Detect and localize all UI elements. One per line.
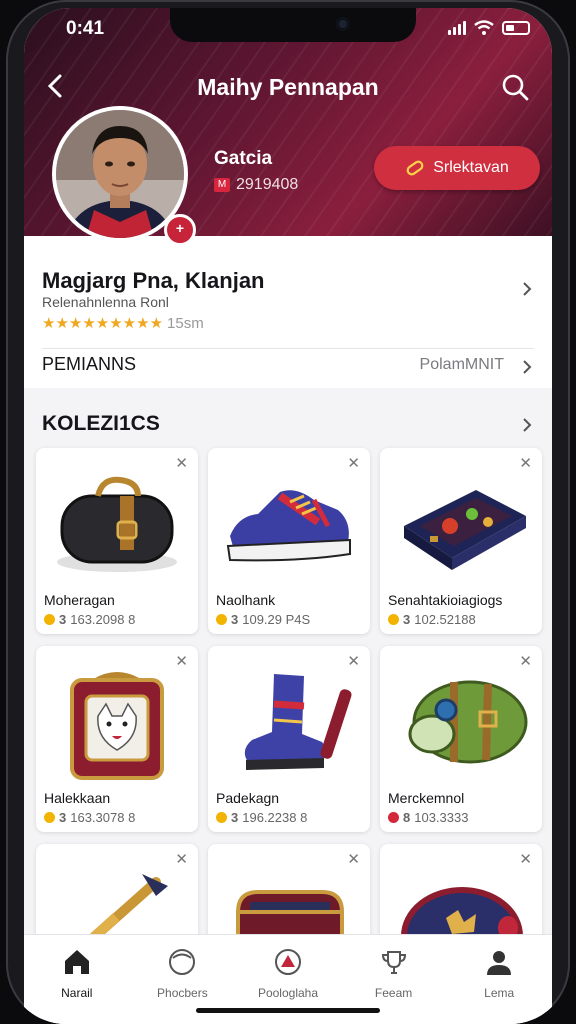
backpack-icon bbox=[408, 680, 528, 764]
chevron-right-icon[interactable] bbox=[520, 418, 534, 432]
status-time: 0:41 bbox=[66, 18, 105, 39]
item-price-row: 8 103.3333 bbox=[388, 810, 468, 825]
item-price: 103.3333 bbox=[414, 810, 469, 825]
avatar-badge-icon: + bbox=[164, 214, 196, 246]
nav-label: Phocbers bbox=[157, 986, 208, 1000]
nav-label: Poologlaha bbox=[257, 986, 319, 1000]
item-name: Halekkaan bbox=[44, 790, 111, 806]
premium-label: PEMIANNS bbox=[42, 354, 137, 374]
coin-icon bbox=[388, 614, 399, 625]
item-price-row: 3 163.3078 8 bbox=[44, 810, 135, 825]
case-icon bbox=[404, 490, 526, 570]
phone-frame: 0:41 Maihy Pennapan + Gatcia M 2919408 Sr… bbox=[6, 0, 570, 1024]
chevron-right-icon[interactable] bbox=[520, 282, 534, 296]
user-name: Gatcia bbox=[214, 148, 273, 169]
home-icon bbox=[64, 950, 89, 974]
collection-item[interactable]: ✕ Padekagn 3 196.2238 8 bbox=[208, 646, 370, 832]
coin-icon bbox=[388, 812, 399, 823]
user-id: 2919408 bbox=[236, 176, 299, 193]
premium-value[interactable]: PolamMNIT bbox=[420, 356, 504, 374]
user-icon bbox=[487, 951, 512, 975]
item-coins: 8 bbox=[403, 810, 411, 825]
bag-icon bbox=[57, 476, 177, 572]
item-price: 163.2098 8 bbox=[70, 612, 136, 627]
badge-icon bbox=[274, 949, 301, 975]
collection-item[interactable]: ✕ Naolhank 3 109.29 P4S bbox=[208, 448, 370, 634]
item-price: 102.52188 bbox=[414, 612, 476, 627]
ball-icon bbox=[169, 949, 196, 975]
coin-icon bbox=[44, 812, 55, 823]
collection-item[interactable]: ✕ Halekkaan 3 163.3078 8 bbox=[36, 646, 198, 832]
battery-icon bbox=[502, 21, 530, 35]
status-icons bbox=[448, 20, 530, 36]
notch bbox=[170, 8, 416, 42]
nav-label: Feeam bbox=[374, 986, 413, 1000]
nav-item-profile[interactable]: Lema bbox=[451, 935, 547, 1024]
item-price: 196.2238 8 bbox=[242, 810, 308, 825]
boot-icon bbox=[244, 674, 352, 770]
wifi-icon bbox=[474, 20, 494, 35]
divider bbox=[42, 348, 534, 349]
profile-card: Magjarg Pna, Klanjan Relenahnlenna Ronl … bbox=[24, 236, 552, 388]
collection-item[interactable]: ✕ Senahtakioiagiogs 3 102.52188 bbox=[380, 448, 542, 634]
header-action-button[interactable]: Srlektavan bbox=[374, 146, 540, 190]
item-name: Senahtakioiagiogs bbox=[388, 592, 503, 608]
header-action-label: Srlektavan bbox=[433, 159, 509, 176]
section-title: KOLEZI1CS bbox=[42, 412, 160, 435]
collection-item[interactable]: ✕ Moheragan 3 163.2098 8 bbox=[36, 448, 198, 634]
profile-subtitle: Relenahnlenna Ronl bbox=[42, 294, 169, 310]
profile-name: Magjarg Pna, Klanjan bbox=[42, 268, 265, 293]
item-coins: 3 bbox=[59, 810, 67, 825]
sneaker-icon bbox=[226, 490, 351, 562]
item-price: 163.3078 8 bbox=[70, 810, 136, 825]
item-coins: 3 bbox=[403, 612, 411, 627]
screen: 0:41 Maihy Pennapan + Gatcia M 2919408 Sr… bbox=[24, 8, 552, 1024]
nav-label: Lema bbox=[484, 986, 515, 1000]
search-icon[interactable] bbox=[500, 72, 530, 102]
item-name: Moheragan bbox=[44, 592, 115, 608]
item-name: Naolhank bbox=[216, 592, 276, 608]
nav-label: Narail bbox=[61, 986, 93, 1000]
item-price-row: 3 109.29 P4S bbox=[216, 612, 310, 627]
page-title: Maihy Pennapan bbox=[197, 74, 379, 100]
item-coins: 3 bbox=[231, 810, 239, 825]
item-price: 109.29 P4S bbox=[242, 612, 311, 627]
coin-icon bbox=[44, 614, 55, 625]
home-indicator bbox=[196, 1008, 380, 1013]
trophy-icon bbox=[381, 951, 406, 974]
item-name: Merckemnol bbox=[388, 790, 465, 806]
rating-row: ★★★★★★★★★ 15sm bbox=[42, 314, 204, 333]
item-price-row: 3 163.2098 8 bbox=[44, 612, 135, 627]
coin-icon bbox=[216, 812, 227, 823]
flag-icon: M bbox=[214, 178, 230, 192]
item-coins: 3 bbox=[231, 612, 239, 627]
shield-bag-icon bbox=[70, 672, 164, 780]
player-portrait-icon bbox=[56, 110, 184, 238]
nav-item-home[interactable]: Narail bbox=[29, 935, 125, 1024]
item-coins: 3 bbox=[59, 612, 67, 627]
item-price-row: 3 102.52188 bbox=[388, 612, 476, 627]
signal-icon bbox=[448, 21, 466, 35]
item-price-row: 3 196.2238 8 bbox=[216, 810, 307, 825]
coin-icon bbox=[216, 614, 227, 625]
front-camera bbox=[336, 17, 350, 31]
pill-icon bbox=[406, 160, 424, 176]
item-name: Padekagn bbox=[216, 790, 280, 806]
user-id-row: M 2919408 bbox=[214, 176, 298, 194]
collection-item[interactable]: ✕ Merckemnol 8 103.3333 bbox=[380, 646, 542, 832]
rating-text: 15sm bbox=[167, 315, 204, 332]
chevron-right-icon[interactable] bbox=[520, 360, 534, 374]
rating-stars: ★★★★★★★★★ bbox=[42, 315, 164, 332]
